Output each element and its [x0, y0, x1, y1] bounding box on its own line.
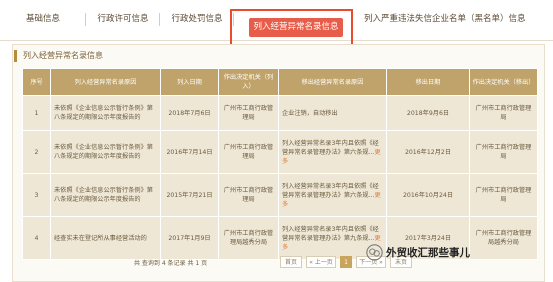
cell-reason: 未依照《企业信息公示暂行条例》第八条规定的期限公示年度报告的	[50, 130, 161, 174]
cell-date: 2015年7月21日	[160, 173, 219, 217]
col-header-out-reason: 移出经营异常名录原因	[278, 68, 387, 96]
out-reason-text: 列入经营异常名录3年内且依照《经营异常名录管理办法》第六条规...	[282, 182, 379, 199]
first-page-button[interactable]: 首页	[280, 256, 302, 268]
cell-out-org: 广州市工商行政管理局	[469, 95, 538, 131]
col-header-org: 作出决定机关（列入）	[218, 68, 279, 96]
cell-out-date: 2018年9月6日	[386, 95, 470, 131]
cell-org: 广州市工商行政管理局	[218, 173, 279, 217]
cell-date: 2018年7月6日	[160, 95, 219, 131]
tab-admin-license[interactable]: 行政许可信息	[86, 0, 160, 40]
watermark-text: 外贸收汇那些事儿	[386, 247, 470, 259]
tab-label: 基础信息	[25, 14, 60, 24]
tab-blacklist[interactable]: 列入严重违法失信企业名单（黑名单）信息	[356, 0, 553, 40]
cell-out-org: 广州市工商行政管理局	[469, 173, 538, 217]
tab-basic-info[interactable]: 基础信息	[0, 0, 86, 40]
out-reason-text: 企业注销，自动移出	[282, 109, 338, 117]
section-title: 列入经营异常名录信息	[14, 50, 103, 62]
out-reason-text: 列入经营异常名录3年内且依照《经营异常名录管理办法》第九条规...	[282, 225, 379, 242]
tab-abnormal-operation[interactable]: 列入经营异常名录信息	[249, 18, 343, 37]
tab-label: 列入经营异常名录信息	[253, 22, 339, 32]
col-header-date: 列入日期	[160, 68, 219, 96]
cell-org: 广州市工商行政管理局	[218, 130, 279, 174]
cell-reason: 未依照《企业信息公示暂行条例》第八条规定的期限公示年度报告的	[50, 173, 161, 217]
out-reason-text: 列入经营异常名录3年内且依照《经营异常名录管理办法》第六条规...	[282, 139, 379, 156]
tab-label: 行政处罚信息	[171, 14, 223, 24]
cell-date: 2016年7月14日	[160, 130, 219, 174]
cell-out-reason: 列入经营异常名录3年内且依照《经营异常名录管理办法》第六条规...更多	[278, 130, 387, 174]
abnormal-list-table: 序号 列入经营异常名录原因 列入日期 作出决定机关（列入） 移出经营异常名录原因…	[22, 68, 538, 260]
prev-page-button[interactable]: « 上一页	[306, 256, 336, 268]
cell-org: 广州市工商行政管理局	[218, 95, 279, 131]
pagination-total: 共 查询到 4 条记录 共 1 页	[134, 260, 208, 267]
cell-out-reason: 列入经营异常名录3年内且依照《经营异常名录管理办法》第六条规...更多	[278, 173, 387, 217]
tab-label: 列入严重违法失信企业名单（黑名单）信息	[364, 14, 526, 24]
col-header-out-date: 移出日期	[386, 68, 470, 96]
cell-no: 3	[22, 173, 51, 217]
cell-reason: 未依照《企业信息公示暂行条例》第八条规定的期限公示年度报告的	[50, 95, 161, 131]
wechat-logo-icon	[366, 244, 383, 261]
cell-out-org: 广州市工商行政管理局	[469, 130, 538, 174]
cell-out-date: 2016年10月24日	[386, 173, 470, 217]
cell-no: 1	[22, 95, 51, 131]
cell-out-date: 2016年12月2日	[386, 130, 470, 174]
tab-admin-penalty[interactable]: 行政处罚信息	[160, 0, 234, 40]
page-1-button[interactable]: 1	[340, 256, 352, 268]
cell-out-reason: 企业注销，自动移出	[278, 95, 387, 131]
col-header-reason: 列入经营异常名录原因	[50, 68, 161, 96]
table-row: 3 未依照《企业信息公示暂行条例》第八条规定的期限公示年度报告的 2015年7月…	[22, 173, 538, 217]
cell-no: 2	[22, 130, 51, 174]
tab-label: 行政许可信息	[97, 14, 149, 24]
table-header-row: 序号 列入经营异常名录原因 列入日期 作出决定机关（列入） 移出经营异常名录原因…	[22, 68, 538, 96]
table-row: 2 未依照《企业信息公示暂行条例》第八条规定的期限公示年度报告的 2016年7月…	[22, 130, 538, 174]
wechat-watermark: 外贸收汇那些事儿	[366, 242, 470, 264]
col-header-out-org: 作出决定机关（移出）	[469, 68, 538, 96]
col-header-no: 序号	[22, 68, 51, 96]
table-row: 1 未依照《企业信息公示暂行条例》第八条规定的期限公示年度报告的 2018年7月…	[22, 95, 538, 131]
